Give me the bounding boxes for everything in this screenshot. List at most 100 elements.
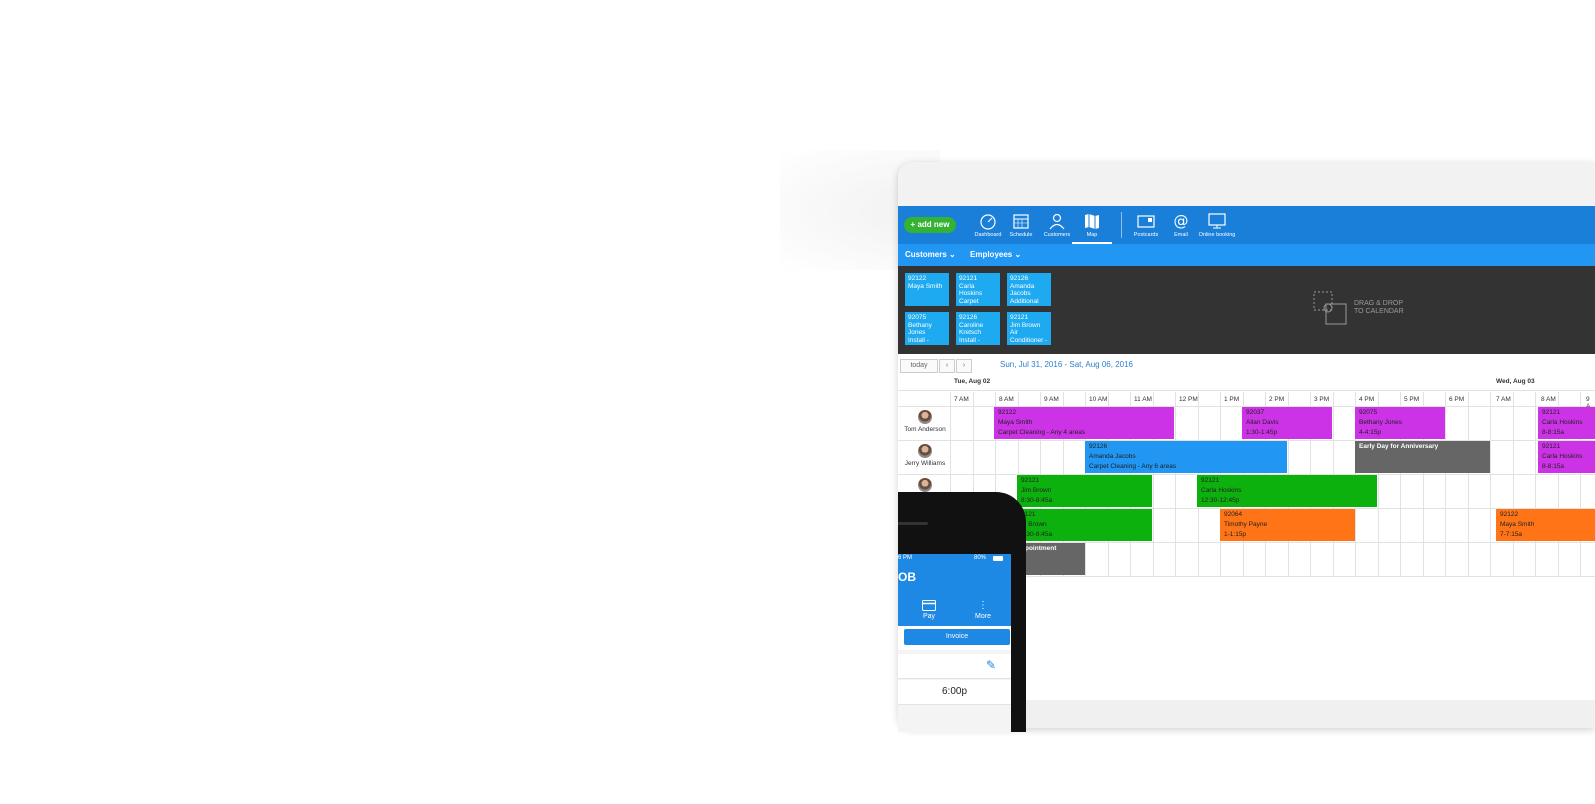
avatar bbox=[918, 410, 932, 424]
nav-label: Schedule bbox=[1009, 232, 1033, 238]
phone-job-card: ✎ 6:00p bbox=[898, 650, 1011, 732]
nav-divider bbox=[1121, 212, 1122, 238]
appointment[interactable]: 92075 Bethany Jones 4-4:15p bbox=[1355, 407, 1445, 439]
hour-label: 10 AM bbox=[1089, 396, 1108, 403]
phone-speaker bbox=[898, 522, 928, 525]
next-week-button[interactable]: › bbox=[956, 359, 972, 373]
prev-week-button[interactable]: ‹ bbox=[939, 359, 955, 373]
drag-drop-label: TO CALENDAR bbox=[1354, 308, 1404, 315]
phone-body: 6 PM 80% OB Pay ⋮ More Invoice ✎ 6:00p bbox=[898, 492, 1026, 732]
at-icon: @ bbox=[1174, 212, 1189, 230]
hour-label: 8 AM bbox=[999, 396, 1014, 403]
appointment[interactable]: 92126 Amanda Jacobs Carpet Cleaning - An… bbox=[1085, 441, 1287, 473]
nav-schedule[interactable]: Schedule bbox=[1001, 210, 1041, 238]
nav-customers[interactable]: Customers bbox=[1037, 210, 1077, 238]
edit-icon[interactable]: ✎ bbox=[986, 658, 996, 672]
job-card[interactable]: 92126 Caroline Kretsch Install - bbox=[956, 312, 1000, 345]
hour-label: 3 PM bbox=[1314, 396, 1330, 403]
grid-column-line bbox=[1513, 392, 1514, 576]
nav-label: Online booking bbox=[1198, 232, 1236, 238]
avatar bbox=[918, 478, 932, 492]
nav-map[interactable]: Map bbox=[1072, 210, 1112, 244]
grid-line bbox=[898, 390, 1595, 391]
day-header: Tue, Aug 02 bbox=[954, 378, 991, 385]
grid-column-line bbox=[1445, 392, 1446, 576]
drag-drop-zone[interactable]: DRAG & DROP TO CALENDAR bbox=[1312, 290, 1412, 330]
job-card[interactable]: 92075 Bethany Jones Install - bbox=[905, 312, 949, 345]
appointment[interactable]: 92122 Maya Smith 7-7:15a bbox=[1496, 509, 1595, 541]
invoice-tab[interactable]: Invoice bbox=[904, 629, 1010, 645]
appointment[interactable]: Early Day for Anniversary bbox=[1355, 441, 1490, 473]
drag-drop-icon bbox=[1313, 291, 1347, 325]
mobile-phone: 6 PM 80% OB Pay ⋮ More Invoice ✎ 6:00p bbox=[898, 492, 1028, 732]
phone-screen: 6 PM 80% OB Pay ⋮ More Invoice ✎ 6:00p bbox=[898, 554, 1011, 732]
hour-label: 2 PM bbox=[1269, 396, 1285, 403]
nav-label: Email bbox=[1174, 232, 1188, 238]
appointment[interactable]: 92064 Timothy Payne 1-1:15p bbox=[1220, 509, 1355, 541]
job-card[interactable]: 92126 Amanda Jacobs Additional bbox=[1007, 273, 1051, 306]
nav-label: Customers bbox=[1043, 232, 1071, 238]
grid-column-line bbox=[1175, 392, 1176, 576]
time-value: 6:00p bbox=[942, 686, 968, 697]
more-vert-icon: ⋮ bbox=[978, 600, 988, 611]
filter-bar: Customers ⌄ Employees ⌄ bbox=[898, 244, 1595, 266]
day-header: Wed, Aug 03 bbox=[1496, 378, 1535, 385]
date-range-label: Sun, Jul 31, 2016 - Sat, Aug 06, 2016 bbox=[1000, 360, 1133, 369]
map-icon bbox=[1085, 214, 1099, 229]
job-card[interactable]: 92122 Maya Smith bbox=[905, 273, 949, 306]
grid-column-line bbox=[1468, 392, 1469, 576]
employees-dropdown[interactable]: Employees ⌄ bbox=[970, 250, 1021, 259]
phone-row: 6:00p bbox=[898, 680, 1011, 705]
appointment[interactable]: 92037 Allan Davis 1:30-1:45p bbox=[1242, 407, 1332, 439]
hour-label: 4 PM bbox=[1359, 396, 1375, 403]
top-navigation-bar: + add new Dashboard Schedule Customers M… bbox=[898, 206, 1595, 244]
appointment[interactable]: 92121 Carla Hoskins 8-8:15a bbox=[1538, 407, 1595, 439]
grid-column-line bbox=[1490, 392, 1491, 576]
nav-online-booking[interactable]: Online booking bbox=[1195, 210, 1239, 238]
job-card[interactable]: 92121 Jim Brown Air Conditioner - bbox=[1007, 312, 1051, 345]
person-icon bbox=[1049, 213, 1065, 230]
phone-tabs: Invoice bbox=[898, 626, 1011, 646]
avatar bbox=[918, 444, 932, 458]
appointment[interactable]: 92121 Jim Brown 8:30-8:45a bbox=[1017, 475, 1152, 507]
date-navigation: today ‹ › Sun, Jul 31, 2016 - Sat, Aug 0… bbox=[898, 354, 1595, 376]
dashboard-icon bbox=[980, 214, 996, 230]
battery-icon bbox=[993, 556, 1003, 561]
appointment[interactable]: 92122 Maya Smith Carpet Cleaning - Any 4… bbox=[994, 407, 1174, 439]
hour-label: 11 AM bbox=[1134, 396, 1152, 403]
hour-label: 9 AM bbox=[1044, 396, 1059, 403]
appointment[interactable]: 92121 Carla Hoskins 12:30-12:45p bbox=[1197, 475, 1377, 507]
appointment[interactable]: 92121 Carla Hoskins 8-8:15a bbox=[1538, 441, 1595, 473]
appointment[interactable]: 2121 m Brown 8:30-8:45a bbox=[1017, 509, 1152, 541]
phone-title: OB bbox=[898, 570, 916, 584]
job-card[interactable]: 92121 Carla Hoskins Carpet bbox=[956, 273, 1000, 306]
hour-label: 7 AM bbox=[1496, 396, 1511, 403]
unscheduled-jobs-panel: 92122 Maya Smith 92121 Carla Hoskins Car… bbox=[898, 266, 1595, 354]
add-new-button[interactable]: + add new bbox=[904, 217, 956, 233]
hour-label: 7 AM bbox=[954, 396, 969, 403]
nav-postcards[interactable]: Postcards bbox=[1126, 210, 1166, 238]
monitor-icon bbox=[1208, 213, 1226, 229]
hour-label: 5 PM bbox=[1404, 396, 1420, 403]
pay-action[interactable]: Pay bbox=[914, 600, 944, 620]
postcard-icon bbox=[1137, 215, 1155, 228]
employee-row-label: Jerry Williams bbox=[900, 444, 950, 467]
nav-label: Map bbox=[1086, 232, 1098, 238]
drag-drop-label: DRAG & DROP bbox=[1354, 300, 1404, 307]
nav-label: Postcards bbox=[1133, 232, 1159, 238]
svg-text:@: @ bbox=[1174, 212, 1189, 230]
phone-row: ✎ bbox=[898, 654, 1011, 679]
card-icon bbox=[922, 600, 936, 611]
more-action[interactable]: ⋮ More bbox=[968, 600, 998, 620]
chevron-down-icon: ⌄ bbox=[949, 250, 956, 259]
battery-level: 80% bbox=[974, 555, 987, 561]
hour-label: 6 PM bbox=[1449, 396, 1465, 403]
hour-label: 1 PM bbox=[1224, 396, 1240, 403]
hour-label: 8 AM bbox=[1541, 396, 1556, 403]
customers-dropdown[interactable]: Customers ⌄ bbox=[905, 250, 956, 259]
grid-column-line bbox=[1535, 392, 1536, 576]
status-time: 6 PM bbox=[898, 555, 913, 561]
today-button[interactable]: today bbox=[900, 359, 938, 373]
calendar-icon bbox=[1013, 214, 1029, 229]
hour-label: 12 PM bbox=[1179, 396, 1198, 403]
